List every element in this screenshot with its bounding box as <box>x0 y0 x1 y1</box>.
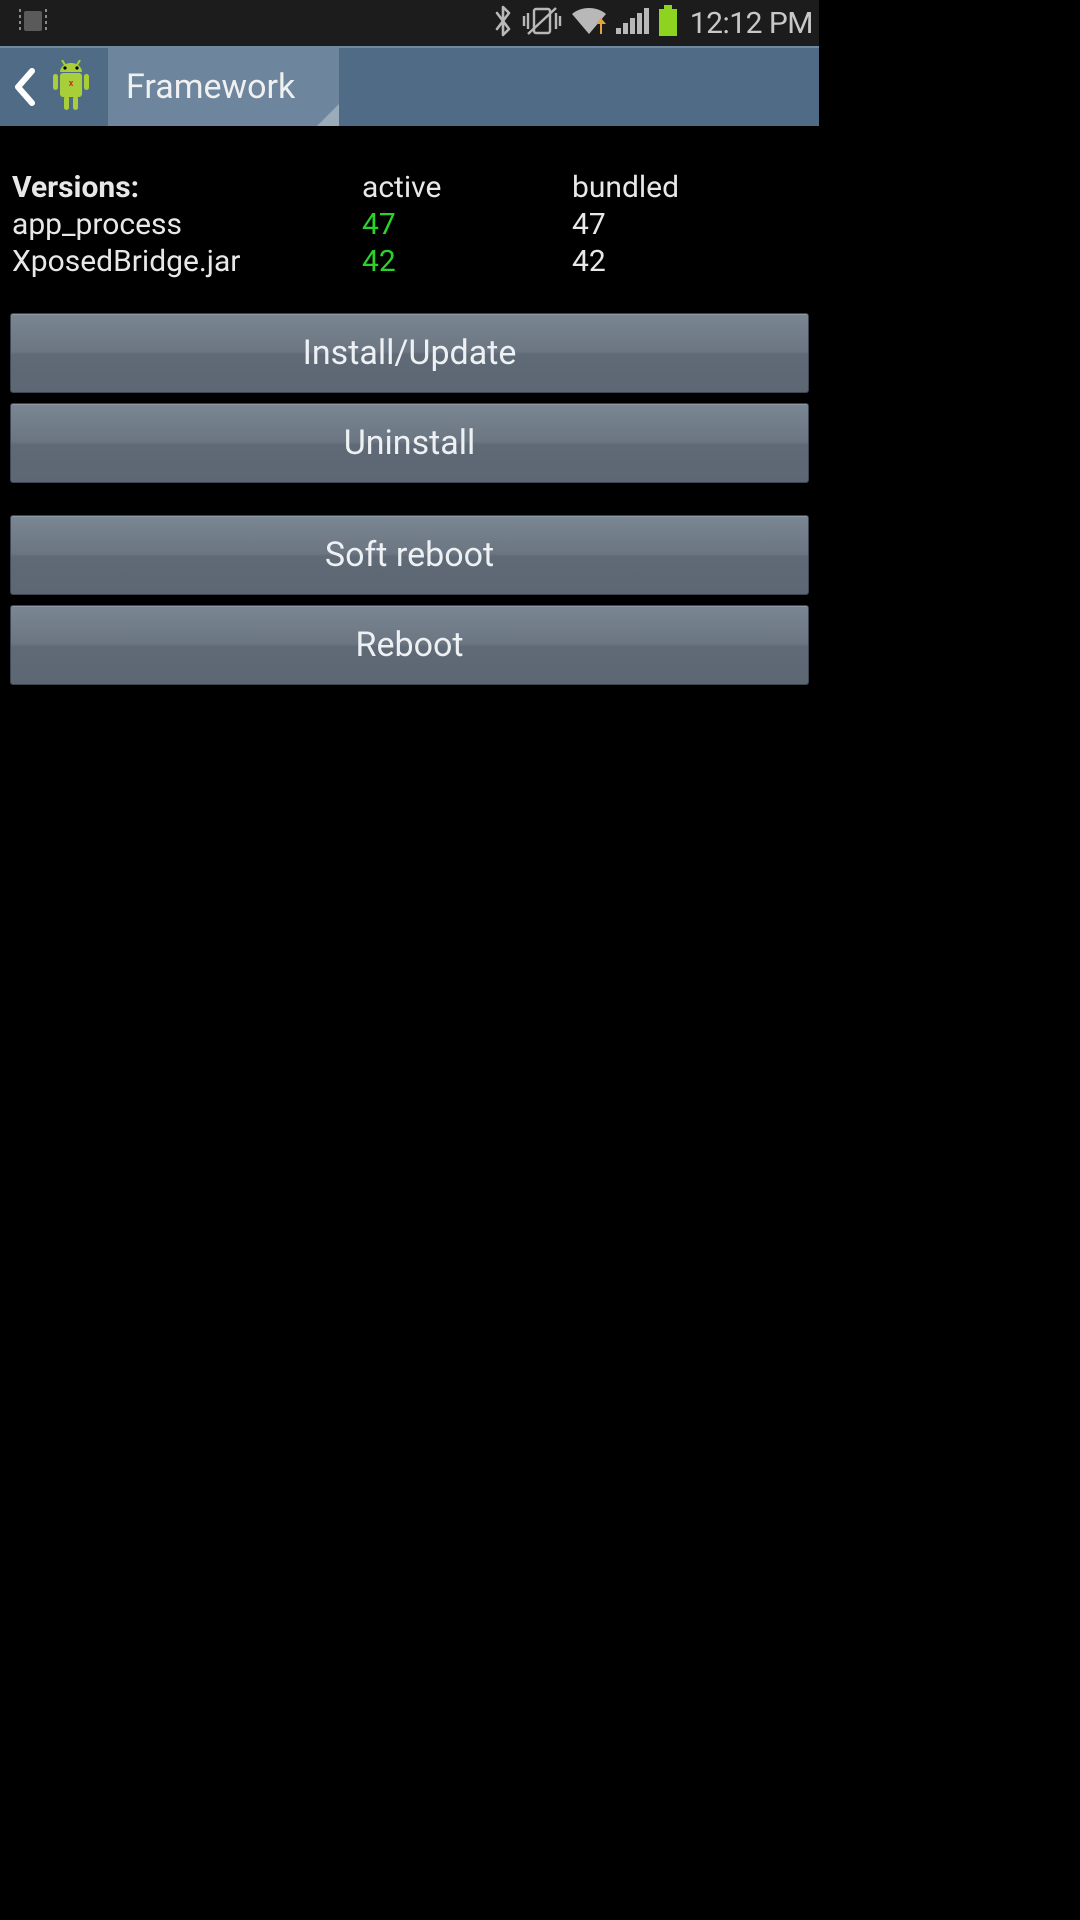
button-label: Soft reboot <box>325 535 494 575</box>
status-left <box>16 5 50 41</box>
svg-text:x: x <box>69 79 74 89</box>
row-bundled: 42 <box>572 244 807 279</box>
col-bundled-header: bundled <box>572 170 807 205</box>
install-update-button[interactable]: Install/Update <box>10 313 809 393</box>
row-active: 47 <box>362 207 572 242</box>
row-active: 42 <box>362 244 572 279</box>
uninstall-button[interactable]: Uninstall <box>10 403 809 483</box>
versions-header: Versions: <box>12 170 362 205</box>
tab-framework[interactable]: Framework <box>108 48 339 126</box>
status-clock: 12:12 PM <box>690 6 813 41</box>
chevron-left-icon <box>12 67 38 107</box>
row-name: XposedBridge.jar <box>12 244 362 279</box>
row-name: app_process <box>12 207 362 242</box>
status-bar: 12:12 PM <box>0 0 819 46</box>
notification-icon <box>16 5 50 41</box>
vibrate-icon <box>522 4 562 42</box>
reboot-button-group: Soft reboot Reboot <box>10 515 809 685</box>
button-label: Reboot <box>356 625 464 665</box>
reboot-button[interactable]: Reboot <box>10 605 809 685</box>
versions-table: Versions: active bundled app_process 47 … <box>10 170 809 303</box>
spinner-indicator-icon <box>317 104 339 126</box>
battery-icon <box>658 5 678 41</box>
status-right: 12:12 PM <box>492 4 813 42</box>
bluetooth-icon <box>492 4 514 42</box>
button-label: Install/Update <box>303 333 517 373</box>
install-button-group: Install/Update Uninstall <box>10 313 809 483</box>
row-bundled: 47 <box>572 207 807 242</box>
back-button[interactable]: x <box>0 48 104 126</box>
action-bar: x Framework <box>0 46 819 126</box>
content: Versions: active bundled app_process 47 … <box>0 126 819 685</box>
page-title: Framework <box>126 67 295 107</box>
col-active-header: active <box>362 170 572 205</box>
android-robot-icon: x <box>48 60 94 114</box>
wifi-icon <box>570 6 608 40</box>
soft-reboot-button[interactable]: Soft reboot <box>10 515 809 595</box>
signal-icon <box>616 6 650 40</box>
button-label: Uninstall <box>344 423 476 463</box>
